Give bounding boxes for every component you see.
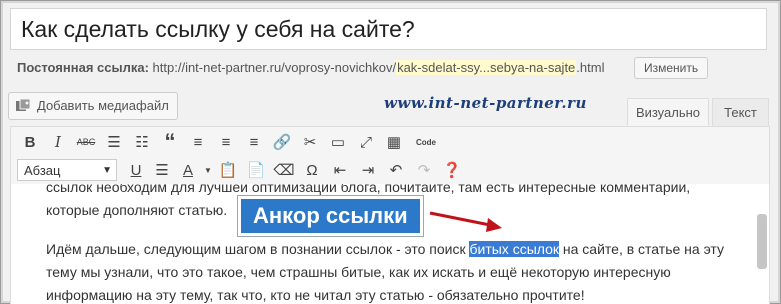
callout-arrow-icon <box>429 211 502 232</box>
